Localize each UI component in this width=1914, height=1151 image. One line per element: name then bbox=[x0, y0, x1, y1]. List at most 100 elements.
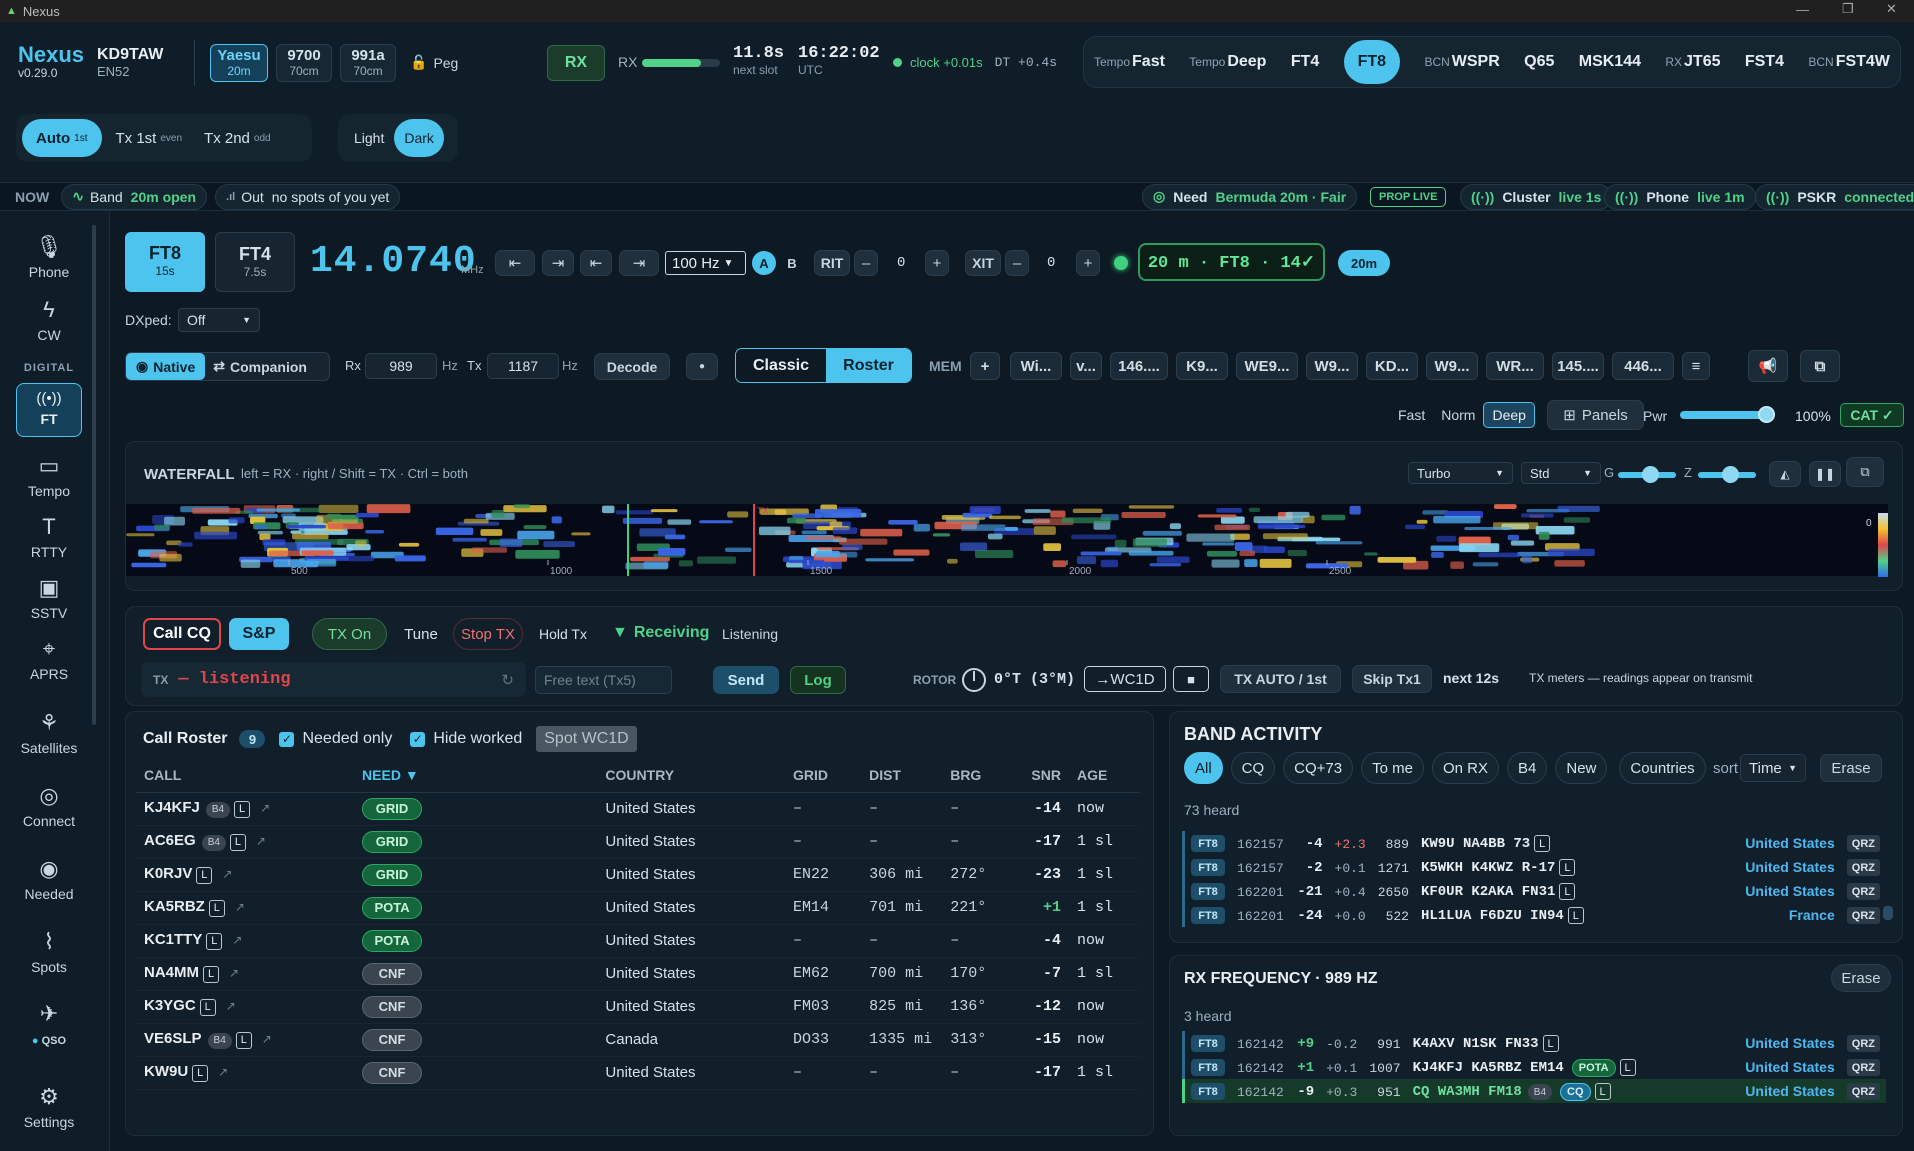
vfo-b-button[interactable]: B bbox=[782, 251, 802, 275]
phone-status[interactable]: ((·)) Phone live 1m bbox=[1604, 183, 1756, 210]
roster-row[interactable]: AC6EG B4 L ↗ GRID United States – – – -17 1 sl bbox=[136, 825, 1140, 859]
roster-row[interactable]: K0RJV L ↗ GRID United States EN22 306 mi 272° -2… bbox=[136, 858, 1140, 892]
sidebar-item-rtty[interactable]: T RTTY bbox=[0, 514, 98, 560]
mode-tab-msk144[interactable]: MSK144 bbox=[1579, 37, 1641, 87]
power-slider[interactable] bbox=[1680, 406, 1776, 423]
maximize-icon[interactable]: ❐ bbox=[1842, 1, 1854, 17]
native-decoder-button[interactable]: ◉ Native bbox=[126, 353, 206, 380]
roster-call[interactable]: K0RJV bbox=[144, 865, 192, 882]
radio-991a[interactable]: 991a 70cm bbox=[340, 44, 396, 82]
sidebar-item-tempo[interactable]: ▭ Tempo bbox=[0, 453, 98, 499]
memory-channel-button[interactable]: K9... bbox=[1176, 352, 1228, 380]
companion-decoder-button[interactable]: ⇄ Companion bbox=[205, 353, 315, 380]
minimize-icon[interactable]: — bbox=[1796, 2, 1809, 17]
band-button[interactable]: 20m bbox=[1338, 250, 1390, 276]
tx-auto-button[interactable]: TX AUTO / 1st bbox=[1220, 665, 1341, 693]
decode-row[interactable]: FT8 162142 +1 +0.1 1007 KJ4KFJ KA5RBZ EM14 POT… bbox=[1183, 1055, 1887, 1079]
roster-call[interactable]: VE6SLP bbox=[144, 1030, 202, 1047]
roster-call[interactable]: NA4MM bbox=[144, 964, 199, 981]
mode-ft8-button[interactable]: FT8 15s bbox=[125, 232, 205, 292]
mode-tab-jt65[interactable]: RX JT65 bbox=[1665, 37, 1720, 87]
depth-fast-button[interactable]: Fast bbox=[1390, 402, 1433, 428]
memory-menu-icon[interactable]: ≡ bbox=[1682, 352, 1710, 380]
roster-call[interactable]: K3YGC bbox=[144, 997, 196, 1014]
theme-dark-button[interactable]: Dark bbox=[394, 119, 444, 157]
free-text-input[interactable]: Free text (Tx5) bbox=[535, 666, 672, 694]
tx-on-button[interactable]: TX On bbox=[312, 618, 387, 650]
xit-minus-button[interactable]: – bbox=[1005, 250, 1029, 276]
edit-icon[interactable]: ↗ bbox=[226, 999, 236, 1013]
mode-tab-fst4[interactable]: FST4 bbox=[1745, 37, 1784, 87]
need-status[interactable]: ◎ Need Bermuda 20m · Fair bbox=[1142, 183, 1358, 210]
send-button[interactable]: Send bbox=[713, 666, 779, 694]
roster-column-header[interactable]: DIST bbox=[861, 759, 943, 793]
step-select[interactable]: 100 Hz ▼ bbox=[665, 251, 746, 275]
roster-call[interactable]: KA5RBZ bbox=[144, 898, 205, 915]
dxped-select[interactable]: Off ▼ bbox=[178, 308, 260, 332]
activity-filter-button[interactable]: New bbox=[1555, 752, 1608, 784]
mode-tab-wspr[interactable]: BCN WSPR bbox=[1424, 37, 1499, 87]
popout-icon[interactable]: ⧉ bbox=[1800, 350, 1840, 382]
sidebar-item-aprs[interactable]: ⌖ APRS bbox=[0, 636, 98, 682]
spot-button[interactable]: Spot WC1D bbox=[536, 726, 637, 752]
activity-filter-button[interactable]: To me bbox=[1361, 752, 1424, 784]
memory-channel-button[interactable]: Wi... bbox=[1010, 352, 1062, 380]
mode-tab-deep[interactable]: Tempo Deep bbox=[1189, 37, 1266, 87]
step-down-button[interactable]: ⇥ bbox=[542, 250, 574, 276]
decode-row[interactable]: FT8 162201 -21 +0.4 2650 KF0UR K2AKA FN31 L Uni… bbox=[1183, 879, 1887, 903]
roster-row[interactable]: KA5RBZ L ↗ POTA United States EM14 701 mi 221° +… bbox=[136, 891, 1140, 925]
classic-view-button[interactable]: Classic bbox=[736, 349, 826, 382]
memory-channel-button[interactable]: v... bbox=[1070, 352, 1102, 380]
decode-row[interactable]: FT8 162157 -4 +2.3 889 KW9U NA4BB 73 L United S… bbox=[1183, 831, 1887, 855]
roster-call[interactable]: KJ4KFJ bbox=[144, 799, 200, 816]
activity-erase-button[interactable]: Erase bbox=[1820, 754, 1882, 782]
frequency-display[interactable]: 14.0740 bbox=[310, 240, 477, 283]
radio-9700[interactable]: 9700 70cm bbox=[276, 44, 332, 82]
roster-call[interactable]: KC1TTY bbox=[144, 931, 202, 948]
memory-channel-button[interactable]: KD... bbox=[1366, 352, 1418, 380]
sidebar-item-phone[interactable]: 🎙 Phone bbox=[0, 234, 98, 280]
rotor-target-button[interactable]: →WC1D bbox=[1084, 666, 1166, 692]
activity-filter-button[interactable]: B4 bbox=[1507, 752, 1548, 784]
roster-column-header[interactable]: GRID bbox=[785, 759, 862, 793]
stop-tx-button[interactable]: Stop TX bbox=[453, 618, 523, 650]
tx-offset-input[interactable]: 1187 bbox=[487, 353, 559, 379]
zoom-slider[interactable] bbox=[1698, 466, 1756, 483]
radio-yaesu[interactable]: Yaesu 20m bbox=[210, 44, 268, 82]
step-down-fast-button[interactable]: ⇤ bbox=[495, 250, 535, 276]
record-button[interactable]: ● bbox=[686, 353, 718, 380]
memory-channel-button[interactable]: W9... bbox=[1306, 352, 1358, 380]
step-up-button[interactable]: ⇤ bbox=[580, 250, 612, 276]
peg-button[interactable]: 🔓 Peg bbox=[410, 54, 458, 71]
search-pounce-button[interactable]: S&P bbox=[229, 618, 289, 650]
mem-add-button[interactable]: + bbox=[970, 352, 1000, 380]
edit-icon[interactable]: ↗ bbox=[262, 1032, 272, 1046]
power-thumb[interactable] bbox=[1758, 406, 1776, 423]
decode-row[interactable]: FT8 162142 -9 +0.3 951 CQ WA3MH FM18 B4 CQ L Unit… bbox=[1183, 1079, 1886, 1103]
roster-row[interactable]: KJ4KFJ B4 L ↗ GRID United States – – – -14 now bbox=[136, 792, 1140, 826]
roster-column-header[interactable]: COUNTRY bbox=[597, 759, 786, 793]
megaphone-icon[interactable]: 📢 bbox=[1748, 350, 1788, 382]
roster-column-header[interactable]: CALL bbox=[136, 759, 355, 793]
roster-call[interactable]: AC6EG bbox=[144, 832, 196, 849]
hide-worked-checkbox[interactable]: ✓ bbox=[410, 731, 426, 747]
rit-button[interactable]: RIT bbox=[814, 250, 850, 276]
mode-tab-ft4[interactable]: FT4 bbox=[1291, 37, 1319, 87]
decode-row[interactable]: FT8 162142 +9 -0.2 991 K4AXV N1SK FN33 L United… bbox=[1183, 1031, 1887, 1055]
roster-row[interactable]: K3YGC L ↗ CNF United States FM03 825 mi 136° -12… bbox=[136, 990, 1140, 1024]
roster-column-header[interactable]: BRG bbox=[942, 759, 1014, 793]
stop-rotor-icon[interactable]: ■ bbox=[1173, 666, 1209, 692]
mode-tab-q65[interactable]: Q65 bbox=[1524, 37, 1554, 87]
rxfreq-erase-button[interactable]: Erase bbox=[1831, 964, 1891, 992]
waterfall-canvas[interactable]: TX 500 1000 1500 2000 2500 bbox=[126, 504, 1888, 576]
memory-channel-button[interactable]: 146.... bbox=[1110, 352, 1168, 380]
edit-icon[interactable]: ↗ bbox=[256, 834, 266, 848]
cluster-status[interactable]: ((·)) Cluster live 1s bbox=[1460, 183, 1613, 210]
memory-channel-button[interactable]: W9... bbox=[1426, 352, 1478, 380]
sidebar-item-sstv[interactable]: ▣ SSTV bbox=[0, 575, 98, 621]
memory-channel-button[interactable]: WE9... bbox=[1236, 352, 1298, 380]
roster-row[interactable]: KW9U L ↗ CNF United States – – – -17 1 sl bbox=[136, 1056, 1140, 1090]
rx-button[interactable]: RX bbox=[547, 45, 605, 81]
edit-icon[interactable]: ↗ bbox=[232, 933, 242, 947]
waterfall-speed-select[interactable]: Turbo ▼ bbox=[1408, 462, 1513, 484]
